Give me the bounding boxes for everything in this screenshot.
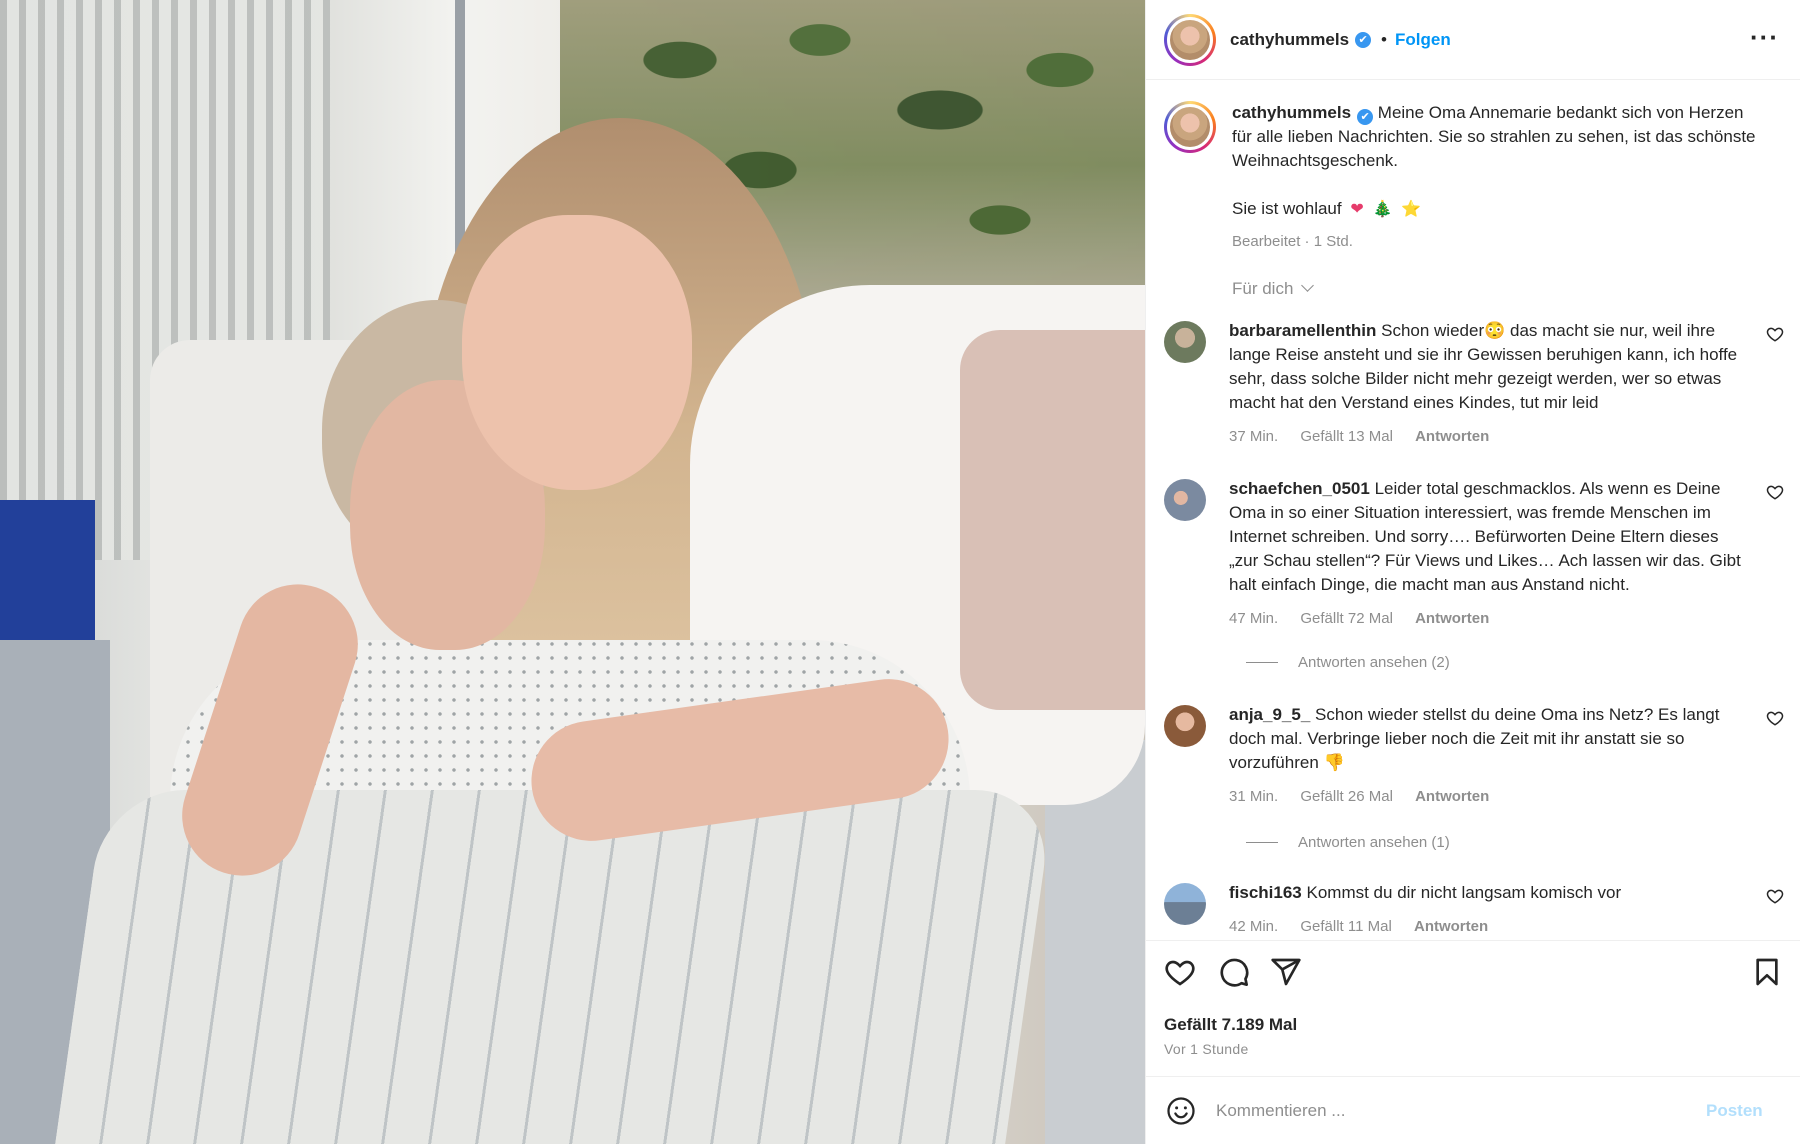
- caption-username[interactable]: cathyhummels: [1232, 103, 1351, 122]
- follow-button[interactable]: Folgen: [1395, 30, 1451, 50]
- author-username[interactable]: cathyhummels: [1230, 30, 1349, 50]
- comment-avatar[interactable]: [1164, 479, 1206, 521]
- divider-line: [1246, 662, 1278, 663]
- verified-badge-icon: ✔: [1357, 109, 1374, 125]
- separator-dot: •: [1381, 29, 1387, 49]
- post-actions: Gefällt 7.189 Mal Vor 1 Stunde: [1146, 940, 1800, 1074]
- caption-line-2: Sie ist wohlauf ❤ 🎄 ⭐: [1232, 197, 1762, 222]
- reply-button[interactable]: Antworten: [1415, 788, 1489, 805]
- pink-vest: [960, 330, 1145, 710]
- view-replies-label: Antworten ansehen (2): [1298, 654, 1450, 671]
- post-side-panel: cathyhummels ✔ • Folgen ··· cathyhummels…: [1145, 0, 1800, 1144]
- view-replies-button[interactable]: Antworten ansehen (1): [1246, 834, 1450, 851]
- chevron-down-icon: [1301, 279, 1315, 292]
- comment-like-heart-icon[interactable]: [1766, 325, 1784, 343]
- star-emoji-icon: ⭐: [1401, 201, 1422, 218]
- comment-time: 31 Min.: [1229, 788, 1279, 805]
- instagram-post: cathyhummels ✔ • Folgen ··· cathyhummels…: [0, 0, 1800, 1144]
- reply-button[interactable]: Antworten: [1415, 610, 1489, 627]
- post-comment-button[interactable]: Posten: [1706, 1101, 1763, 1121]
- comment-item: schaefchen_0501 Leider total geschmacklo…: [1164, 477, 1784, 631]
- comment-likes[interactable]: Gefällt 13 Mal: [1300, 428, 1393, 445]
- share-icon[interactable]: [1270, 956, 1302, 988]
- comment-likes[interactable]: Gefällt 11 Mal: [1300, 918, 1391, 935]
- comment-time: 47 Min.: [1229, 610, 1279, 627]
- comment-item: anja_9_5_ Schon wieder stellst du deine …: [1164, 703, 1784, 809]
- comment-filter-dropdown[interactable]: Für dich: [1232, 279, 1315, 299]
- heart-icon[interactable]: [1164, 956, 1196, 988]
- christmas-tree-emoji-icon: 🎄: [1372, 201, 1393, 218]
- post-photo[interactable]: [0, 0, 1145, 1144]
- comment-icon[interactable]: [1218, 956, 1250, 988]
- comment-input[interactable]: [1216, 1100, 1696, 1121]
- comment-composer: Posten: [1146, 1076, 1800, 1144]
- comment-time: 42 Min.: [1229, 918, 1279, 935]
- comment-avatar[interactable]: [1164, 883, 1206, 925]
- reply-button[interactable]: Antworten: [1415, 428, 1489, 445]
- divider-line: [1246, 842, 1278, 843]
- comment-like-heart-icon[interactable]: [1766, 709, 1784, 727]
- comment-item: barbaramellenthin Schon wieder😳 das mach…: [1164, 319, 1784, 449]
- comment-avatar[interactable]: [1164, 705, 1206, 747]
- post-caption: cathyhummels ✔ Meine Oma Annemarie bedank…: [1164, 101, 1784, 254]
- comments-scroll-area[interactable]: cathyhummels ✔ Meine Oma Annemarie bedank…: [1146, 81, 1800, 939]
- comment-username[interactable]: fischi163: [1229, 883, 1302, 902]
- view-replies-button[interactable]: Antworten ansehen (2): [1246, 654, 1450, 671]
- caption-meta: Bearbeitet · 1 Std.: [1232, 233, 1353, 250]
- more-options-icon[interactable]: ···: [1750, 22, 1779, 53]
- emoji-smiley-icon[interactable]: [1166, 1096, 1196, 1126]
- heart-emoji-icon: ❤: [1350, 201, 1364, 218]
- comment-username[interactable]: schaefchen_0501: [1229, 479, 1370, 498]
- reply-button[interactable]: Antworten: [1414, 918, 1488, 935]
- post-time-ago: Vor 1 Stunde: [1164, 1041, 1249, 1057]
- caption-line-2-text: Sie ist wohlauf: [1232, 199, 1342, 218]
- comment-item: fischi163 Kommst du dir nicht langsam ko…: [1164, 881, 1784, 939]
- view-replies-label: Antworten ansehen (1): [1298, 834, 1450, 851]
- bookmark-icon[interactable]: [1751, 956, 1783, 988]
- comment-like-heart-icon[interactable]: [1766, 887, 1784, 905]
- caption-avatar[interactable]: [1164, 101, 1216, 153]
- comment-likes[interactable]: Gefällt 26 Mal: [1300, 788, 1393, 805]
- comment-time: 37 Min.: [1229, 428, 1279, 445]
- likes-count[interactable]: Gefällt 7.189 Mal: [1164, 1015, 1297, 1035]
- comment-username[interactable]: anja_9_5_: [1229, 705, 1310, 724]
- verified-badge-icon: ✔: [1355, 31, 1372, 48]
- comment-text: Kommst du dir nicht langsam komisch vor: [1306, 883, 1622, 902]
- comment-username[interactable]: barbaramellenthin: [1229, 321, 1376, 340]
- comment-likes[interactable]: Gefällt 72 Mal: [1300, 610, 1393, 627]
- comment-avatar[interactable]: [1164, 321, 1206, 363]
- young-woman-face: [462, 215, 692, 490]
- post-header: cathyhummels ✔ • Folgen ···: [1146, 0, 1800, 80]
- iv-pole: [455, 0, 465, 260]
- comment-like-heart-icon[interactable]: [1766, 483, 1784, 501]
- comment-filter-label: Für dich: [1232, 279, 1294, 298]
- author-avatar[interactable]: [1164, 13, 1216, 66]
